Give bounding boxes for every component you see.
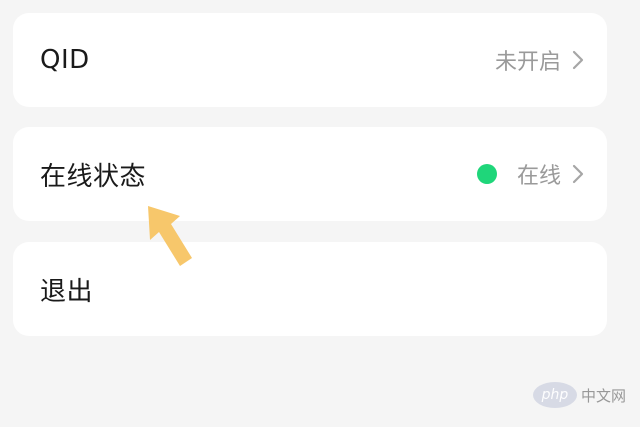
watermark: php 中文网 (532, 381, 626, 409)
chevron-right-icon (572, 50, 584, 70)
online-status-label: 在线状态 (40, 161, 147, 192)
online-status-row[interactable]: 在线状态 在线 (13, 127, 607, 221)
chevron-right-icon (572, 164, 584, 184)
php-logo: php (532, 382, 577, 408)
qid-value: 未开启 (494, 50, 561, 75)
logout-row[interactable]: 退出 (13, 242, 607, 336)
watermark-text: 中文网 (580, 386, 626, 405)
online-status-dot-icon (477, 164, 497, 184)
qid-row[interactable]: QID 未开启 (13, 13, 607, 107)
logout-label: 退出 (40, 276, 94, 307)
qid-label: QID (40, 45, 90, 75)
pointer-arrow-icon (148, 206, 192, 266)
online-status-value: 在线 (516, 164, 561, 189)
